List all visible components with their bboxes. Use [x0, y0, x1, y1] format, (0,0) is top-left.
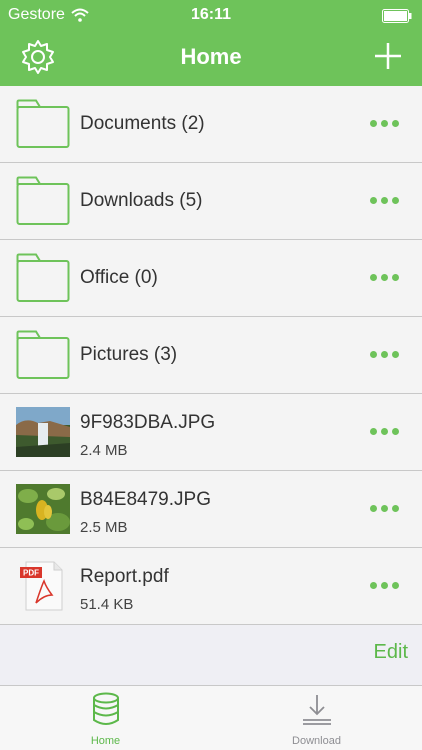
edit-button[interactable]: Edit: [374, 641, 408, 664]
edit-bar: Edit: [0, 627, 422, 685]
folder-icon: [16, 176, 70, 225]
more-button[interactable]: [370, 578, 400, 592]
list-item[interactable]: 9F983DBA.JPG 2.4 MB: [0, 394, 422, 471]
item-title: Pictures (3): [80, 344, 178, 365]
status-bar: Gestore 16:11: [0, 0, 422, 30]
item-title: 9F983DBA.JPG: [80, 412, 216, 433]
folder-icon: [16, 253, 70, 302]
list-item[interactable]: Office (0): [0, 240, 422, 317]
pdf-badge: PDF: [23, 569, 39, 578]
item-size: 2.5 MB: [80, 519, 128, 536]
list-item[interactable]: B84E8479.JPG 2.5 MB: [0, 471, 422, 548]
more-button[interactable]: [370, 193, 400, 207]
item-size: 2.4 MB: [80, 442, 128, 459]
item-size: 51.4 KB: [80, 596, 134, 613]
plus-icon: [375, 43, 401, 69]
tab-download[interactable]: Download: [211, 686, 422, 750]
more-button[interactable]: [370, 116, 400, 130]
ellipsis-icon: [370, 196, 377, 204]
ellipsis-icon: [370, 504, 377, 512]
item-title: Office (0): [80, 267, 158, 288]
list-item[interactable]: Downloads (5): [0, 163, 422, 240]
tab-bar: Home Download: [0, 685, 422, 750]
tab-home[interactable]: Home: [0, 686, 211, 750]
image-thumbnail: [16, 407, 70, 457]
add-button[interactable]: [372, 40, 404, 72]
ellipsis-icon: [370, 427, 377, 435]
battery-icon: [382, 9, 412, 23]
database-icon: [93, 692, 119, 725]
item-title: Report.pdf: [80, 566, 169, 587]
nav-bar: Home: [0, 30, 422, 86]
ellipsis-icon: [370, 273, 377, 281]
clock: 16:11: [190, 6, 232, 23]
tab-label: Download: [292, 735, 341, 747]
list-item[interactable]: Documents (2): [0, 86, 422, 163]
list-item[interactable]: Pictures (3): [0, 317, 422, 394]
ellipsis-icon: [370, 581, 377, 589]
more-button[interactable]: [370, 270, 400, 284]
image-thumbnail: [16, 484, 70, 534]
folder-icon: [16, 99, 70, 148]
page-title: Home: [180, 44, 242, 69]
more-button[interactable]: [370, 424, 400, 438]
ellipsis-icon: [370, 119, 377, 127]
item-title: B84E8479.JPG: [80, 489, 211, 510]
download-icon: [303, 695, 331, 725]
pdf-file-icon: PDF: [20, 561, 63, 611]
ellipsis-icon: [370, 350, 377, 358]
more-button[interactable]: [370, 347, 400, 361]
item-title: Downloads (5): [80, 190, 203, 211]
tab-label: Home: [90, 735, 121, 747]
header: Gestore 16:11 Home: [0, 0, 422, 86]
more-button[interactable]: [370, 501, 400, 515]
file-list: Documents (2) Downloads (5) Office (0) P…: [0, 86, 422, 625]
item-title: Documents (2): [80, 113, 205, 134]
folder-icon: [16, 330, 70, 379]
list-item[interactable]: PDF Report.pdf 51.4 KB: [0, 548, 422, 625]
